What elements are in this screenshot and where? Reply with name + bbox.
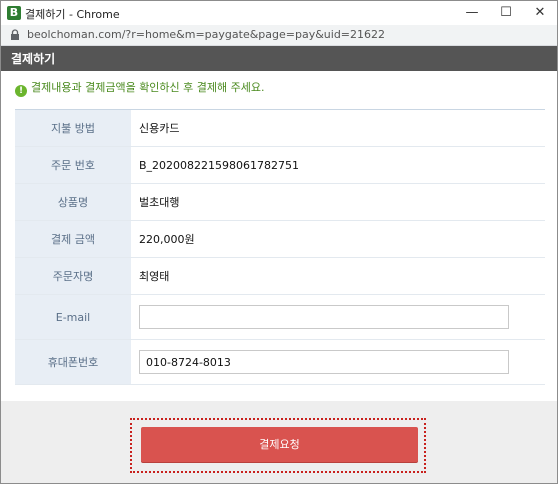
url-text: beolchoman.com/?r=home&m=paygate&page=pa…	[27, 28, 386, 41]
window-titlebar: B 결제하기 - Chrome — ☐ ✕	[1, 1, 557, 25]
info-icon: !	[15, 85, 27, 97]
table-row: 주문 번호 B_202008221598061782751	[15, 146, 545, 184]
phone-cell	[131, 339, 545, 385]
app-logo-icon: B	[7, 6, 21, 20]
table-row: 주문자명 최영태	[15, 257, 545, 295]
product-name-label: 상품명	[15, 183, 131, 221]
email-cell	[131, 294, 545, 340]
lock-icon	[11, 29, 19, 40]
product-name-value: 벌초대행	[131, 183, 545, 221]
window-title: 결제하기 - Chrome	[25, 8, 120, 21]
close-button[interactable]: ✕	[523, 1, 557, 25]
payment-content: ! 결제내용과 결제금액을 확인하신 후 결제해 주세요. 지불 방법 신용카드 …	[1, 71, 557, 401]
table-row: 상품명 벌초대행	[15, 183, 545, 221]
table-row: 지불 방법 신용카드	[15, 109, 545, 147]
payment-method-label: 지불 방법	[15, 109, 131, 147]
payment-amount-label: 결제 금액	[15, 220, 131, 258]
orderer-name-label: 주문자명	[15, 257, 131, 295]
request-payment-button[interactable]: 결제요청	[141, 427, 418, 462]
table-row: 휴대폰번호	[15, 339, 545, 385]
page-header: 결제하기	[1, 46, 557, 71]
table-row: E-mail	[15, 294, 545, 340]
browser-popup-window: B 결제하기 - Chrome — ☐ ✕ beolchoman.com/?r=…	[0, 0, 558, 484]
orderer-name-value: 최영태	[131, 257, 545, 295]
notice-message: ! 결제내용과 결제금액을 확인하신 후 결제해 주세요.	[15, 81, 265, 97]
email-label: E-mail	[15, 294, 131, 340]
maximize-button[interactable]: ☐	[489, 1, 523, 25]
order-number-value: B_202008221598061782751	[131, 146, 545, 184]
email-field[interactable]	[139, 305, 509, 329]
payment-info-table: 지불 방법 신용카드 주문 번호 B_202008221598061782751…	[15, 109, 545, 385]
minimize-button[interactable]: —	[455, 1, 489, 25]
table-row: 결제 금액 220,000원	[15, 220, 545, 258]
order-number-label: 주문 번호	[15, 146, 131, 184]
phone-field[interactable]	[139, 350, 509, 374]
page-title: 결제하기	[11, 52, 56, 66]
footer-bar: 결제요청	[1, 401, 557, 483]
address-bar[interactable]: beolchoman.com/?r=home&m=paygate&page=pa…	[1, 25, 557, 46]
phone-label: 휴대폰번호	[15, 339, 131, 385]
notice-text: 결제내용과 결제금액을 확인하신 후 결제해 주세요.	[31, 81, 265, 94]
payment-amount-value: 220,000원	[131, 220, 545, 258]
payment-method-value: 신용카드	[131, 109, 545, 147]
